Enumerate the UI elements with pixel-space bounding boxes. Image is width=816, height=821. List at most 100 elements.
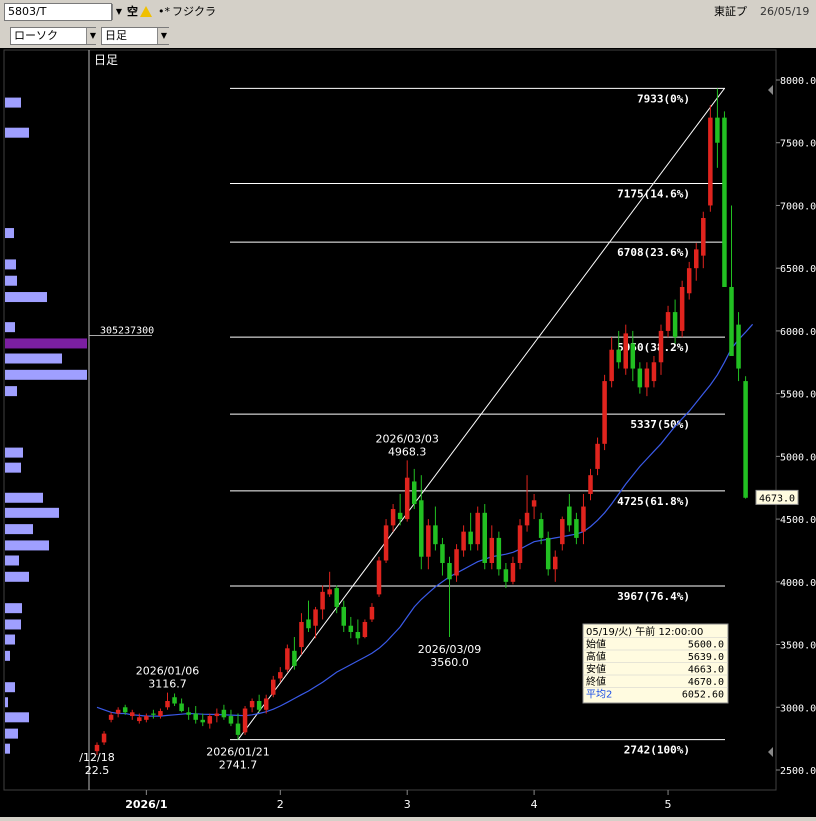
y-tick-label: 2500.0: [780, 766, 816, 777]
candle-body: [545, 537, 551, 570]
symbol-dropdown-icon[interactable]: ▼: [112, 4, 125, 20]
candle-body: [179, 703, 184, 712]
candle-body: [701, 218, 706, 256]
candle: [475, 506, 480, 551]
candle-body: [313, 609, 318, 626]
symbol-input[interactable]: 5803/T: [4, 3, 112, 21]
candle: [708, 105, 713, 212]
candle: [722, 111, 727, 288]
candle-body: [609, 349, 614, 382]
candle-body: [292, 650, 297, 666]
volume-profile-bar: [5, 275, 17, 286]
volume-profile-bar: [5, 492, 43, 503]
annotation-date: 2026/01/21: [206, 746, 269, 759]
candle-body: [630, 343, 636, 369]
fib-level-label: 7175(14.6%): [617, 188, 690, 201]
annotation-date: 2026/01/06: [136, 665, 199, 678]
y-tick-label: 6500.0: [780, 264, 816, 275]
candle-body: [426, 525, 431, 557]
volume-profile-bar: [5, 259, 16, 270]
y-tick-label: 6000.0: [780, 327, 816, 338]
candle-body: [475, 512, 480, 545]
chart-style-select[interactable]: ローソク: [10, 27, 96, 45]
volume-profile-bar: [5, 386, 17, 397]
volume-profile-bar: [5, 603, 22, 614]
info-box-value: 4670.0: [688, 677, 724, 688]
candle-body: [390, 509, 396, 526]
candle-body: [412, 481, 417, 505]
date-label: 26/05/19: [760, 5, 810, 18]
candle-body: [193, 713, 198, 720]
candle-body: [595, 443, 600, 469]
annotation-date: /12/18: [79, 751, 114, 764]
y-tick-label: 4500.0: [780, 515, 816, 526]
x-tick-label: 4: [531, 798, 538, 811]
candle-body: [461, 531, 466, 551]
candle-body: [235, 723, 241, 735]
annotation-price: 22.5: [85, 764, 110, 777]
chart-area[interactable]: 日足 305237300 7933(0%) 7175(14.6%) 6708(23.6%…: [0, 48, 816, 817]
volume-profile-bar: [5, 447, 23, 458]
candle: [362, 619, 368, 639]
volume-profile-bar: [5, 540, 49, 551]
candle-body: [334, 588, 339, 607]
candle-body: [355, 632, 361, 639]
candle-body: [524, 512, 530, 526]
candle-body: [672, 312, 678, 338]
candle: [517, 519, 523, 570]
volume-profile-bar: [5, 524, 33, 535]
volume-profile-bar: [5, 462, 21, 473]
candle-body: [574, 519, 579, 538]
candle: [545, 531, 551, 576]
candle-body: [115, 709, 121, 714]
candlestick-chart[interactable]: 日足 305237300 7933(0%) 7175(14.6%) 6708(23.6%…: [0, 48, 816, 817]
fib-level-label: 4725(61.8%): [617, 495, 690, 508]
volume-profile-bar: [5, 97, 21, 108]
volume-profile-bar: [5, 228, 14, 239]
candle-body: [743, 381, 748, 498]
candle: [743, 376, 748, 499]
market-label: 東証プ: [714, 5, 747, 18]
chart-style-dropdown-icon[interactable]: ▼: [86, 28, 99, 44]
candle-body: [306, 619, 311, 629]
candle-body: [651, 362, 657, 382]
candle-body: [715, 117, 720, 143]
y-tick-label: 8000.0: [780, 76, 816, 87]
candle-body: [101, 733, 107, 743]
candle-body: [214, 713, 220, 717]
x-tick-label: 5: [665, 798, 672, 811]
annotation-date: 2026/03/03: [375, 432, 438, 445]
candle-body: [496, 537, 502, 570]
candle: [383, 519, 389, 563]
candle-body: [658, 330, 664, 363]
fib-level-label: 3967(76.4%): [617, 590, 690, 603]
company-name: フジクラ: [172, 5, 216, 18]
candle-body: [588, 475, 593, 494]
candle-body: [404, 477, 410, 520]
candle-body: [722, 117, 727, 288]
info-box-label: 高値: [586, 650, 606, 663]
candle-body: [637, 368, 643, 388]
volume-profile-bar: [5, 292, 47, 303]
annotation-price: 3116.7: [148, 678, 187, 691]
volume-profile-bar: [5, 571, 29, 582]
fib-level-label: 2742(100%): [624, 744, 690, 757]
info-box-value: 6052.60: [682, 690, 724, 701]
candle-body: [729, 287, 734, 356]
info-box-datetime: 05/19/火) 午前 12:00:00: [586, 625, 703, 638]
last-price-label: 4673.0: [759, 493, 795, 504]
candle-body: [616, 349, 621, 363]
info-box-label: 平均2: [586, 689, 612, 701]
candle-body: [327, 589, 332, 595]
candle: [482, 504, 487, 570]
candle-body: [263, 698, 269, 710]
candle-body: [665, 312, 671, 331]
period-dropdown-icon[interactable]: ▼: [157, 28, 170, 44]
info-box-label: 安値: [586, 663, 606, 676]
candle-body: [376, 560, 382, 595]
candle-body: [144, 716, 149, 720]
candle-body: [348, 625, 354, 632]
candle-body: [369, 606, 375, 620]
candle: [376, 556, 382, 597]
candle-body: [489, 537, 495, 563]
